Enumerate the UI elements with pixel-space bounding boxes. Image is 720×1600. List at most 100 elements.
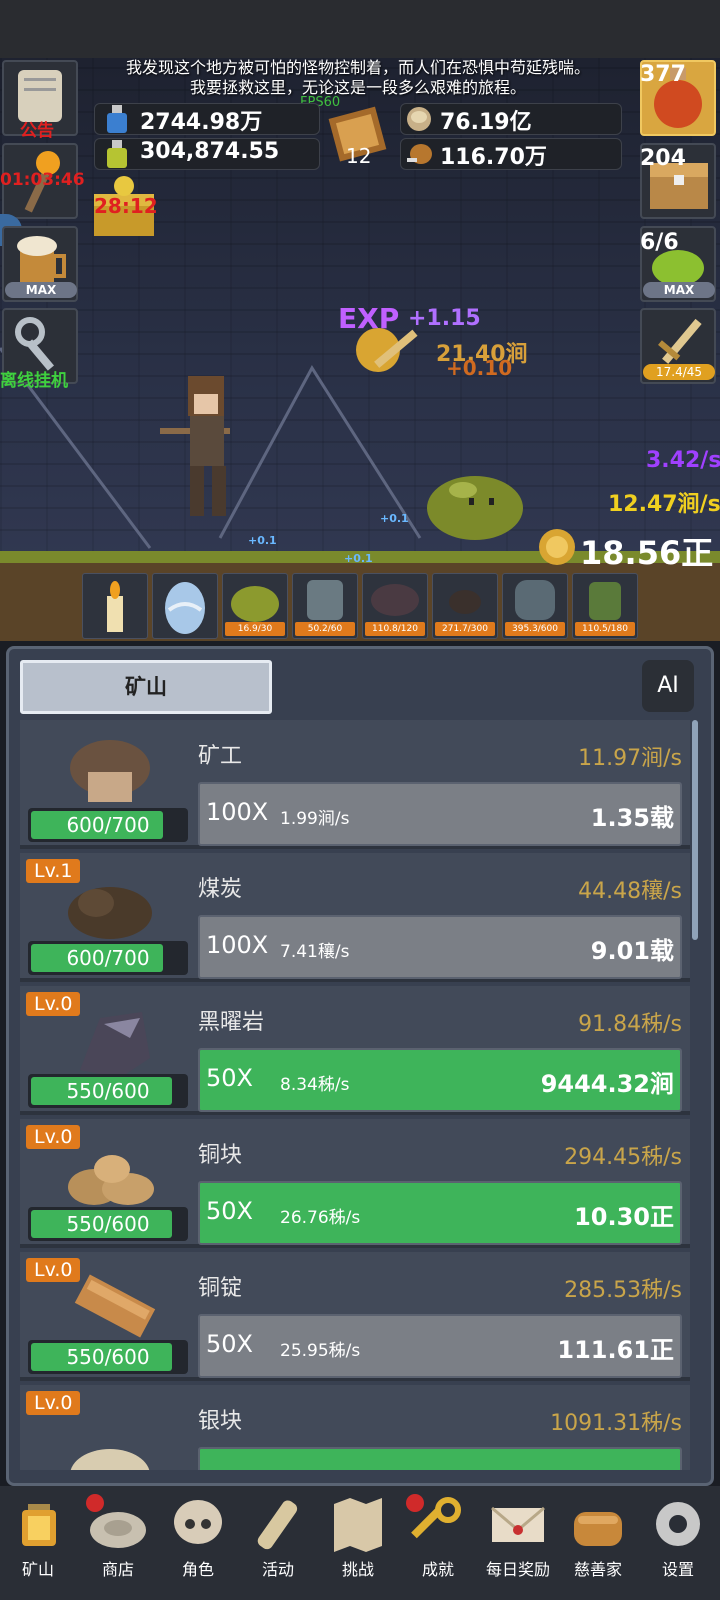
- coal-icon: [68, 887, 152, 939]
- mine-row-copper-ingot: Lv.0 550/600 铜锭 285.53秭/s 50X 25.95秭/s 1…: [20, 1252, 690, 1381]
- copper-ingot-multiplier: 50X: [206, 1330, 253, 1358]
- nav-mine[interactable]: 矿山: [0, 1494, 76, 1590]
- meat-value: 116.70万: [440, 145, 547, 170]
- slot-spider[interactable]: 271.7/300: [432, 573, 498, 639]
- tab-mine[interactable]: 矿山: [20, 660, 272, 714]
- copper-ore-title: 铜块: [198, 1143, 243, 1168]
- mine-list-scrollbar[interactable]: [692, 720, 698, 940]
- nav-mine-label: 矿山: [21, 1560, 54, 1579]
- miner-cost: 1.35载: [590, 804, 674, 832]
- nav-settings[interactable]: 设置: [640, 1494, 716, 1590]
- map-icon: [334, 1498, 382, 1552]
- slot-goblin[interactable]: 110.5/180: [572, 573, 638, 639]
- slot-zombie[interactable]: 50.2/60: [292, 573, 358, 639]
- nav-events[interactable]: 活动: [240, 1494, 316, 1590]
- coal-cost: 9.01载: [590, 937, 674, 965]
- nav-daily-reward-label: 每日奖励: [485, 1560, 550, 1579]
- slot-ghost[interactable]: 395.3/600: [502, 573, 568, 639]
- copper-ingot-upgrade-button[interactable]: 50X 25.95秭/s 111.61正: [198, 1314, 682, 1378]
- mini-gain-1: +0.1: [248, 534, 277, 547]
- nav-character-label: 角色: [181, 1560, 214, 1579]
- obsidian-rate: 91.84秭/s: [578, 1012, 682, 1037]
- offline-label: 离线挂机: [0, 371, 68, 391]
- rate-gold: 12.47涧/s: [608, 492, 720, 517]
- game-screen: 我发现这个地方被可怕的怪物控制着，而人们在恐惧中苟延残喘。 我要拯救这里，无论这…: [0, 0, 720, 1600]
- miner-progress: 600/700: [28, 808, 188, 842]
- slot-spider-progress: 271.7/300: [435, 622, 495, 636]
- obsidian-unit-rate: 8.34秭/s: [280, 1075, 350, 1095]
- zombie-icon: [307, 580, 343, 620]
- miner-unit-rate: 1.99涧/s: [280, 809, 350, 829]
- miner-rate: 11.97涧/s: [578, 746, 682, 771]
- slot-goblin-progress: 110.5/180: [575, 622, 635, 636]
- miner-icon: [70, 740, 150, 802]
- coal-progress-text: 600/700: [66, 946, 150, 970]
- goblin-icon: [589, 582, 621, 620]
- slot-slime[interactable]: 16.9/30: [222, 573, 288, 639]
- book-count: 12: [346, 144, 372, 168]
- copper-ore-rate: 294.45秭/s: [564, 1145, 682, 1170]
- gear-icon: [656, 1502, 700, 1546]
- nav-shop[interactable]: 商店: [80, 1494, 156, 1590]
- status-bar: [0, 0, 720, 58]
- miner-upgrade-button[interactable]: 100X 1.99涧/s 1.35载: [198, 782, 682, 846]
- candle-icon: [107, 581, 123, 632]
- sword-button[interactable]: 17.4/45: [640, 308, 716, 384]
- rate-purple: 3.42/s: [646, 448, 720, 473]
- coal-unit-rate: 7.41穰/s: [280, 942, 350, 962]
- beer-button[interactable]: MAX: [2, 226, 78, 302]
- slot-bat[interactable]: 110.8/120: [362, 573, 428, 639]
- copper-ore-progress: 550/600: [28, 1207, 188, 1241]
- copper-ingot-icon: [74, 1274, 156, 1338]
- nav-philanthropist[interactable]: 慈善家: [560, 1494, 636, 1590]
- copper-ingot-title: 铜锭: [198, 1276, 243, 1301]
- mine-list[interactable]: 600/700 矿工 11.97涧/s 100X 1.99涧/s 1.35载 L…: [20, 720, 698, 1470]
- coin-small-gain: +0.10: [446, 356, 513, 380]
- copper-ingot-rate: 285.53秭/s: [564, 1278, 682, 1303]
- mine-row-silver-ore: Lv.0 银块 1091.31秭/s: [20, 1385, 690, 1470]
- mine-row-coal: Lv.1 600/700 煤炭 44.48穰/s 100X 7.41穰/s 9.…: [20, 853, 690, 982]
- nav-challenge[interactable]: 挑战: [320, 1494, 396, 1590]
- slot-slime-progress: 16.9/30: [225, 622, 285, 636]
- notice-label: 公告: [20, 121, 54, 141]
- obsidian-progress-text: 550/600: [66, 1079, 150, 1103]
- nav-character[interactable]: 角色: [160, 1494, 236, 1590]
- silver-ore-rate: 1091.31秭/s: [550, 1411, 682, 1436]
- slot-egg[interactable]: [152, 573, 218, 639]
- mine-row-miner: 600/700 矿工 11.97涧/s 100X 1.99涧/s 1.35载: [20, 720, 690, 849]
- coal-upgrade-button[interactable]: 100X 7.41穰/s 9.01载: [198, 915, 682, 979]
- nav-achievements-dot: [406, 1494, 424, 1512]
- potion-count: 377: [640, 62, 686, 87]
- copper-ore-unit-rate: 26.76秭/s: [280, 1208, 361, 1228]
- copper-ore-upgrade-button[interactable]: 50X 26.76秭/s 10.30正: [198, 1181, 682, 1245]
- obsidian-upgrade-button[interactable]: 50X 8.34秭/s 9444.32涧: [198, 1048, 682, 1112]
- nav-achievements-label: 成就: [421, 1560, 454, 1579]
- ai-button[interactable]: AI: [642, 660, 694, 712]
- silver-ore-icon: [70, 1449, 150, 1470]
- silver-ore-title: 银块: [198, 1409, 243, 1434]
- silver-ore-upgrade-button[interactable]: [198, 1447, 682, 1470]
- nav-daily-reward[interactable]: 每日奖励: [480, 1494, 556, 1590]
- nav-challenge-label: 挑战: [341, 1560, 374, 1579]
- yellow-potion-icon: [102, 139, 132, 169]
- miner-progress-text: 600/700: [66, 813, 150, 837]
- copper-ore-progress-text: 550/600: [66, 1212, 150, 1236]
- obsidian-progress: 550/600: [28, 1074, 188, 1108]
- mine-row-obsidian: Lv.0 550/600 黑曜岩 91.84秭/s 50X 8.34秭/s 94…: [20, 986, 690, 1115]
- mine-row-copper-ore: Lv.0 550/600 铜块 294.45秭/s 50X 26.76秭/s 1…: [20, 1119, 690, 1248]
- coal-progress: 600/700: [28, 941, 188, 975]
- skull-icon: [174, 1500, 222, 1544]
- chest-count: 204: [640, 146, 686, 171]
- copper-ingot-unit-rate: 25.95秭/s: [280, 1341, 361, 1361]
- nav-shop-dot: [86, 1494, 104, 1512]
- slot-candle[interactable]: [82, 573, 148, 639]
- story-line-2: 我要拯救这里，无论这是一段多么艰难的旅程。: [189, 78, 526, 97]
- coal-title: 煤炭: [198, 877, 243, 902]
- torch-timer: 01:03:46: [0, 170, 85, 190]
- nav-achievements[interactable]: 成就: [400, 1494, 476, 1590]
- coin-stack-icon: [404, 104, 434, 134]
- slot-bat-progress: 110.8/120: [365, 622, 425, 636]
- exp-gain: +1.15: [408, 306, 481, 331]
- egg-icon: [165, 582, 205, 634]
- hero-character: [160, 376, 230, 516]
